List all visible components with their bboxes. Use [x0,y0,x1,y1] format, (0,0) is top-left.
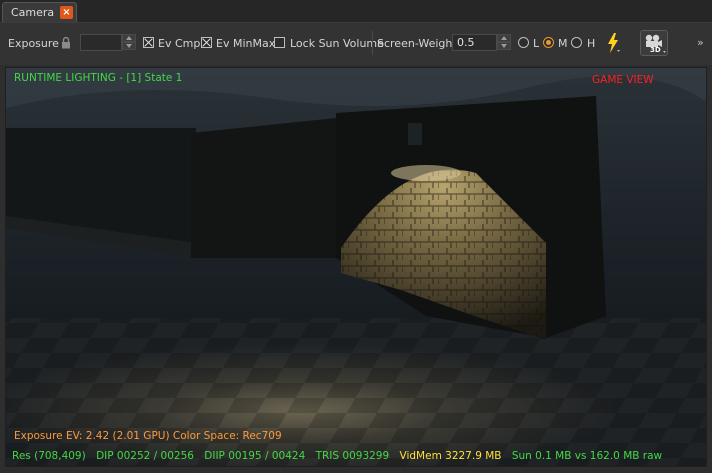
quality-low-radio[interactable] [518,37,529,48]
exposure-decrement-button[interactable] [122,42,136,50]
tab-label: Camera [11,6,55,19]
lock-sun-volume-checkbox[interactable] [274,37,285,48]
lock-icon[interactable] [61,36,71,49]
game-viewport[interactable]: RUNTIME LIGHTING - [1] State 1 GAME VIEW… [5,67,707,467]
screen-weight-input[interactable]: 0.5 [452,34,497,51]
close-icon[interactable]: × [60,6,73,19]
toolbar-overflow-icon[interactable]: » [697,36,704,49]
screen-weight-label: Screen-Weight [377,37,457,50]
camera-3d-badge: 3D [650,46,661,54]
toolbar-divider [372,31,373,55]
quality-high-radio[interactable] [571,37,582,48]
stat-resolution: Res (708,409) [12,450,86,462]
stat-dip: DIP 00252 / 00256 [96,450,194,462]
lighting-state-title: RUNTIME LIGHTING - [1] State 1 [14,72,183,84]
screen-weight-decrement-button[interactable] [497,42,511,50]
tab-camera[interactable]: Camera × [2,2,77,22]
camera-toolbar: Exposure Ev Cmp Ev MinMax Lock Sun Volum… [0,23,712,65]
quality-low-label: L [533,37,540,50]
ev-cmp-label: Ev Cmp [158,37,201,50]
quality-medium-label: M [558,37,568,50]
ev-minmax-checkbox[interactable] [201,37,212,48]
game-view-label: GAME VIEW [592,74,654,86]
stat-vidmem: VidMem 3227.9 MB [399,450,502,462]
render-stats: Res (708,409) DIP 00252 / 00256 DIIP 001… [12,450,669,462]
stat-diip: DIIP 00195 / 00424 [204,450,306,462]
ev-minmax-label: Ev MinMax [216,37,276,50]
lock-sun-volume-label: Lock Sun Volume [290,37,384,50]
ev-cmp-checkbox[interactable] [143,37,154,48]
exposure-increment-button[interactable] [122,34,136,42]
exposure-label: Exposure [8,37,59,50]
exposure-input[interactable] [80,34,122,51]
stat-sun: Sun 0.1 MB vs 162.0 MB raw [511,450,663,462]
lightning-icon[interactable] [606,33,620,53]
exposure-readout: Exposure EV: 2.42 (2.01 GPU) Color Space… [14,430,282,442]
quality-medium-radio[interactable] [543,37,554,48]
screen-weight-increment-button[interactable] [497,34,511,42]
camera-3d-icon[interactable]: 3D [640,30,668,56]
quality-high-label: H [587,37,596,50]
tab-bar: Camera × [0,0,712,23]
scene-render [6,68,706,466]
stat-tris: TRIS 0093299 [315,450,390,462]
